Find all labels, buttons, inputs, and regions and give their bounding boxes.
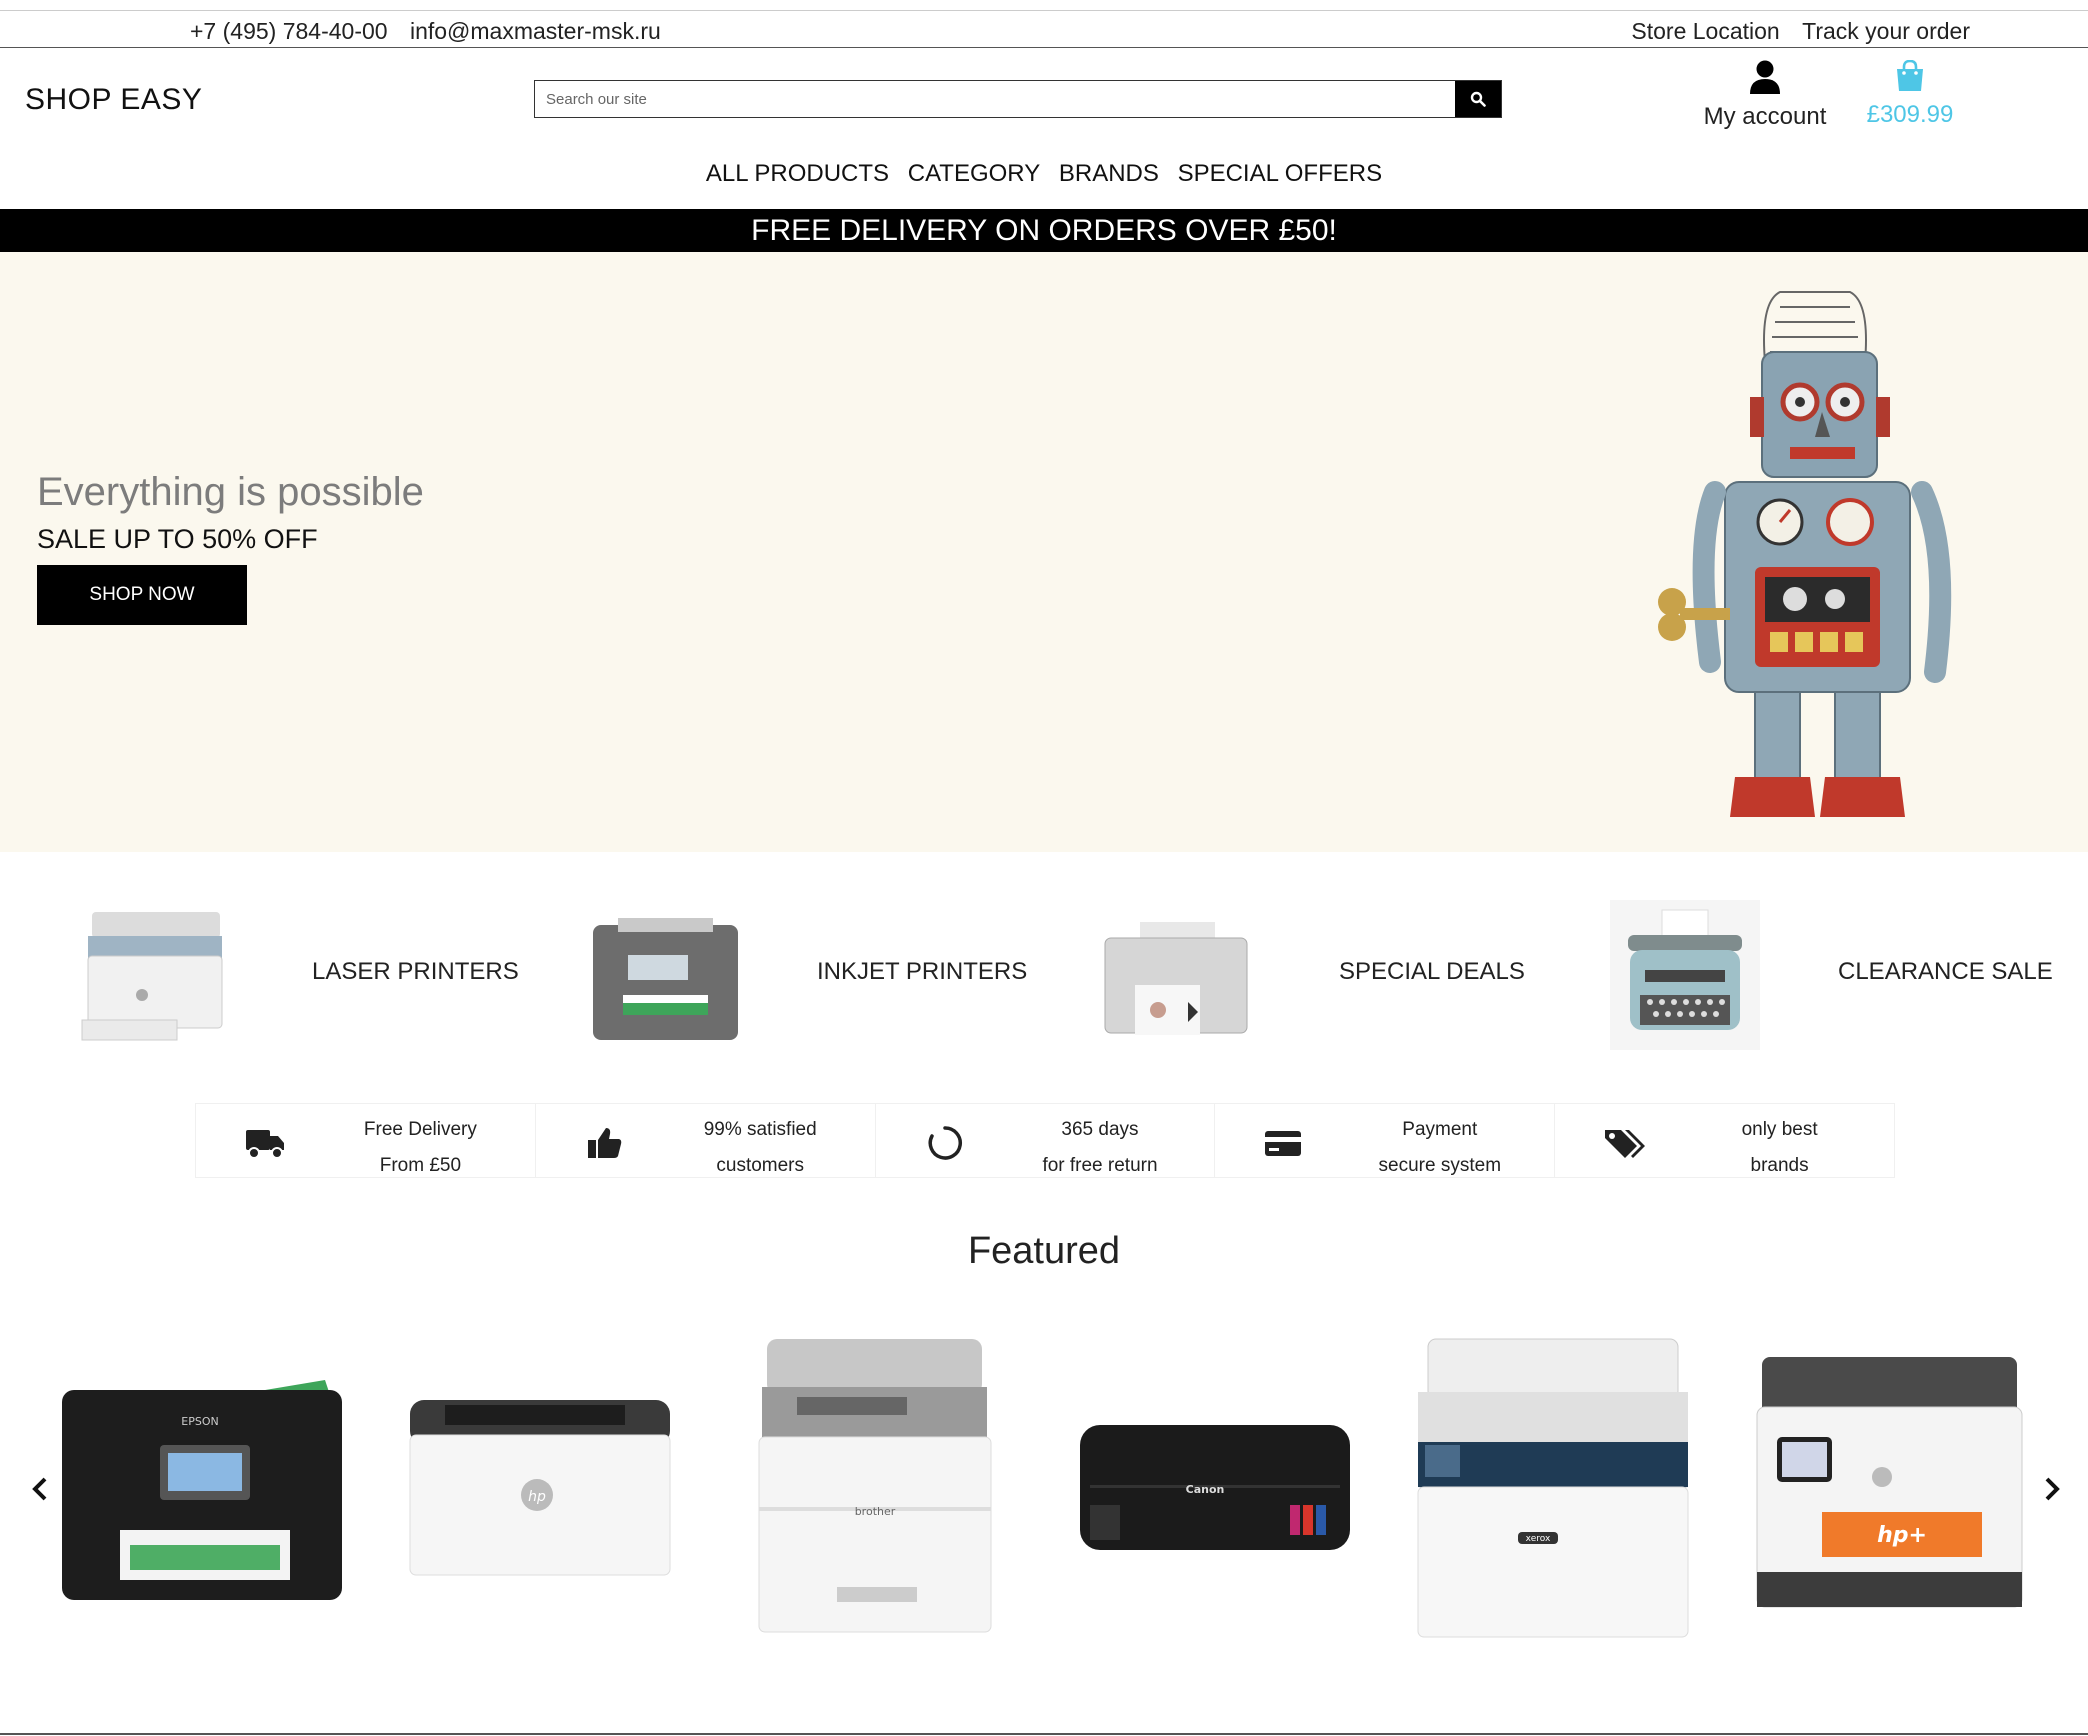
top-bar: +7 (495) 784-40-00 info@maxmaster-msk.ru… [0, 10, 2088, 48]
top-links: Store Location Track your order [1615, 18, 1970, 45]
truck-icon [246, 1130, 284, 1159]
circle-return-icon [928, 1126, 962, 1160]
page-bottom-divider [0, 1733, 2088, 1735]
product-card-epson[interactable]: EPSON [60, 1375, 345, 1605]
featured-heading: Featured [967, 1230, 1121, 1272]
robot-toy-image [1658, 291, 1952, 817]
feature-text: Free Delivery From £50 [363, 1119, 477, 1176]
search-button[interactable] [1455, 81, 1501, 117]
product-card-canon[interactable]: Canon [1075, 1420, 1355, 1555]
feature-text: only best brands [1741, 1119, 1818, 1176]
feature-text: 365 days for free return [1042, 1119, 1158, 1176]
hero-banner: Everything is possible SALE UP TO 50% OF… [0, 252, 2088, 852]
hero-subheadline: SALE UP TO 50% OFF [37, 524, 318, 554]
inkjet-printer-image[interactable] [588, 900, 738, 1050]
tags-icon [1605, 1130, 1646, 1158]
feature-best-brands: only best brands [1555, 1104, 1894, 1177]
typewriter-image[interactable] [1610, 900, 1760, 1050]
promo-banner: FREE DELIVERY ON ORDERS OVER £50! [0, 209, 2088, 252]
feature-secure-payment: Payment secure system [1215, 1104, 1556, 1177]
carousel-prev-arrow[interactable] [28, 1475, 52, 1503]
feature-free-return: 365 days for free return [876, 1104, 1216, 1177]
user-icon [1750, 60, 1780, 94]
nav-all-products[interactable]: ALL PRODUCTS [706, 160, 889, 187]
product-brand-label: Canon [1186, 1483, 1225, 1496]
shop-now-button[interactable]: SHOP NOW [37, 565, 247, 625]
feature-satisfied-customers: 99% satisfied customers [536, 1104, 876, 1177]
thumbs-up-icon [587, 1128, 622, 1158]
feature-text: Payment secure system [1378, 1119, 1502, 1176]
features-bar: Free Delivery From £50 99% satisfied cus… [195, 1103, 1895, 1178]
store-location-link[interactable]: Store Location [1631, 18, 1779, 44]
search-icon [1470, 91, 1486, 107]
email-link[interactable]: info@maxmaster-msk.ru [410, 18, 661, 44]
cart-button[interactable]: £309.99 [1860, 59, 1960, 129]
label-printer-image[interactable] [1100, 900, 1250, 1050]
category-laser-printers[interactable]: LASER PRINTERS [312, 958, 519, 986]
product-brand-label: hp+ [1877, 1523, 1927, 1548]
carousel-next-arrow[interactable] [2040, 1475, 2064, 1503]
account-label: My account [1703, 103, 1827, 130]
nav-special-offers[interactable]: SPECIAL OFFERS [1178, 160, 1383, 187]
product-card-hp-plus[interactable]: hp+ [1752, 1352, 2027, 1612]
credit-card-icon [1265, 1131, 1302, 1156]
product-brand-label: brother [855, 1505, 896, 1518]
site-logo[interactable]: SHOP EASY [25, 83, 202, 117]
shopping-bag-icon [1897, 59, 1923, 91]
contact-info: +7 (495) 784-40-00 info@maxmaster-msk.ru [190, 18, 677, 45]
category-special-deals[interactable]: SPECIAL DEALS [1339, 958, 1525, 986]
product-brand-label: hp [528, 1489, 546, 1505]
account-button[interactable]: My account [1700, 60, 1830, 131]
product-brand-label: EPSON [181, 1415, 218, 1428]
search-input[interactable] [535, 81, 1455, 117]
search-bar [534, 80, 1502, 118]
nav-category[interactable]: CATEGORY [908, 160, 1040, 187]
product-brand-label: xerox [1526, 1534, 1551, 1544]
phone-link[interactable]: +7 (495) 784-40-00 [190, 18, 388, 44]
nav-brands[interactable]: BRANDS [1059, 160, 1159, 187]
laser-printer-image[interactable] [80, 900, 230, 1050]
category-inkjet-printers[interactable]: INKJET PRINTERS [817, 958, 1027, 986]
feature-text: 99% satisfied customers [703, 1119, 817, 1176]
product-card-xerox[interactable]: xerox [1413, 1337, 1693, 1642]
main-nav: ALL PRODUCTS CATEGORY BRANDS SPECIAL OFF… [0, 160, 2088, 188]
product-card-brother[interactable]: brother [757, 1337, 997, 1637]
product-card-hp-laser[interactable]: hp [405, 1395, 675, 1580]
category-strip: LASER PRINTERS INKJET PRINTERS SPECIAL D… [0, 900, 2088, 1050]
category-clearance-sale[interactable]: CLEARANCE SALE [1838, 958, 2053, 986]
feature-free-delivery: Free Delivery From £50 [196, 1104, 536, 1177]
cart-total: £309.99 [1866, 101, 1954, 128]
hero-headline: Everything is possible [37, 470, 424, 514]
track-order-link[interactable]: Track your order [1802, 18, 1970, 44]
